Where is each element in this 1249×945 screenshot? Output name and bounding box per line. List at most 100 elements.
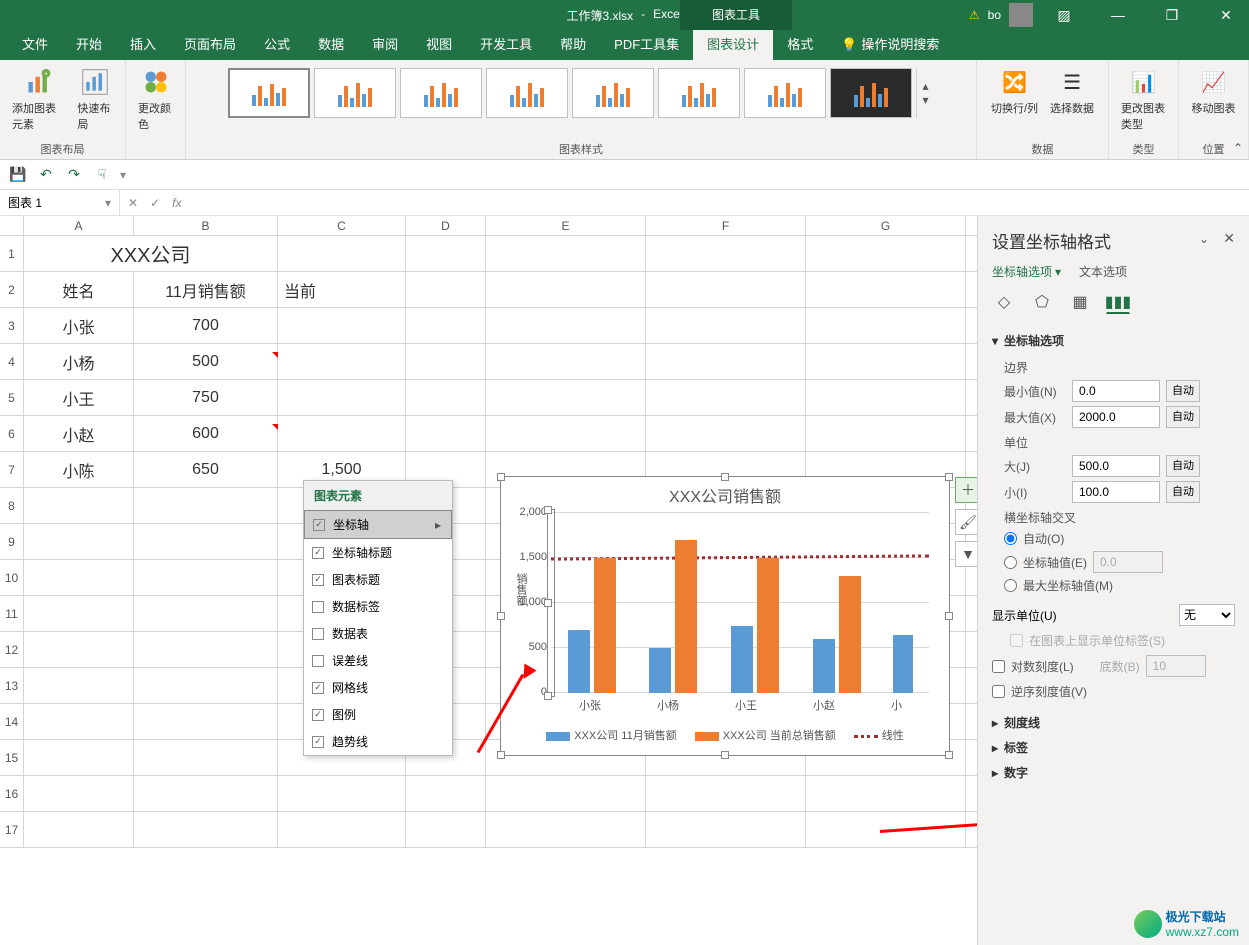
row-5[interactable]: 5 — [0, 380, 24, 416]
numbers-section[interactable]: ▸数字 — [992, 760, 1235, 785]
display-units-select[interactable]: 无 — [1179, 604, 1235, 626]
chart-style-3[interactable] — [400, 68, 482, 118]
min-auto-button[interactable]: 自动 — [1166, 380, 1200, 402]
cell[interactable]: 650 — [134, 452, 278, 487]
cell[interactable] — [406, 344, 486, 379]
pane-close-button[interactable]: ✕ — [1223, 230, 1235, 247]
cancel-icon[interactable]: ✕ — [128, 196, 138, 210]
cell[interactable] — [806, 308, 966, 343]
chart-styles-more[interactable]: ▴▾ — [916, 68, 934, 118]
tab-help[interactable]: 帮助 — [546, 30, 600, 60]
tab-formula[interactable]: 公式 — [250, 30, 304, 60]
row-7[interactable]: 7 — [0, 452, 24, 488]
menu-item-网格线[interactable]: ✓网格线 — [304, 674, 452, 701]
undo-button[interactable]: ↶ — [36, 165, 56, 185]
cell[interactable]: 小赵 — [24, 416, 134, 451]
cell[interactable] — [486, 416, 646, 451]
cell[interactable] — [806, 380, 966, 415]
cell[interactable] — [278, 344, 406, 379]
tab-view[interactable]: 视图 — [412, 30, 466, 60]
chart-style-2[interactable] — [314, 68, 396, 118]
cell[interactable] — [646, 308, 806, 343]
tab-chart-design[interactable]: 图表设计 — [693, 30, 773, 60]
fx-icon[interactable]: fx — [172, 196, 181, 210]
cell-h2[interactable]: 11月销售额 — [134, 272, 278, 307]
tab-insert[interactable]: 插入 — [116, 30, 170, 60]
cell[interactable] — [406, 416, 486, 451]
cell[interactable]: 小王 — [24, 380, 134, 415]
minor-auto-button[interactable]: 自动 — [1166, 481, 1200, 503]
major-unit-input[interactable] — [1072, 455, 1160, 477]
col-A[interactable]: A — [24, 216, 134, 235]
axis-options-icon[interactable]: ▮▮▮ — [1106, 290, 1130, 314]
size-props-icon[interactable]: ▦ — [1068, 290, 1092, 314]
cell[interactable] — [806, 416, 966, 451]
collapse-ribbon-icon[interactable]: ⌃ — [1233, 141, 1243, 155]
menu-item-数据标签[interactable]: 数据标签 — [304, 593, 452, 620]
row-6[interactable]: 6 — [0, 416, 24, 452]
chart-style-5[interactable] — [572, 68, 654, 118]
bar-group[interactable] — [567, 558, 617, 693]
text-options-tab[interactable]: 文本选项 — [1079, 263, 1127, 280]
cross-max-radio[interactable]: 最大坐标轴值(M) — [1004, 577, 1235, 594]
cell[interactable]: 600 — [134, 416, 278, 451]
minor-unit-input[interactable] — [1072, 481, 1160, 503]
major-auto-button[interactable]: 自动 — [1166, 455, 1200, 477]
change-chart-type-button[interactable]: 📊更改图表类型 — [1117, 64, 1170, 134]
cell[interactable] — [486, 380, 646, 415]
max-auto-button[interactable]: 自动 — [1166, 406, 1200, 428]
labels-section[interactable]: ▸标签 — [992, 735, 1235, 760]
chart-legend[interactable]: XXX公司 11月销售额 XXX公司 当前总销售额 线性 — [501, 727, 949, 743]
redo-button[interactable]: ↷ — [64, 165, 84, 185]
log-scale-checkbox[interactable]: 对数刻度(L)底数(B) — [992, 655, 1235, 677]
bar-group[interactable] — [648, 540, 698, 693]
cell-h3[interactable]: 当前 — [278, 272, 406, 307]
col-D[interactable]: D — [406, 216, 486, 235]
cell[interactable] — [406, 380, 486, 415]
cell[interactable] — [806, 344, 966, 379]
chart-style-8[interactable] — [830, 68, 912, 118]
row-10[interactable]: 10 — [0, 560, 24, 596]
confirm-icon[interactable]: ✓ — [150, 196, 160, 210]
row-11[interactable]: 11 — [0, 596, 24, 632]
tab-review[interactable]: 审阅 — [358, 30, 412, 60]
tab-layout[interactable]: 页面布局 — [170, 30, 250, 60]
switch-row-col-button[interactable]: 🔀切换行/列 — [987, 64, 1042, 118]
window-close[interactable]: ✕ — [1203, 0, 1249, 30]
ribbon-display-options[interactable]: ▨ — [1041, 0, 1087, 30]
cell[interactable]: 750 — [134, 380, 278, 415]
chart-style-4[interactable] — [486, 68, 568, 118]
cell[interactable] — [646, 416, 806, 451]
menu-item-坐标轴标题[interactable]: ✓坐标轴标题 — [304, 539, 452, 566]
row-17[interactable]: 17 — [0, 812, 24, 848]
chart-styles-button[interactable]: 🖌 — [955, 509, 977, 535]
fill-line-icon[interactable]: ◇ — [992, 290, 1016, 314]
row-4[interactable]: 4 — [0, 344, 24, 380]
row-2[interactable]: 2 — [0, 272, 24, 308]
menu-item-数据表[interactable]: 数据表 — [304, 620, 452, 647]
chart-elements-button[interactable]: ＋ — [955, 477, 977, 503]
col-F[interactable]: F — [646, 216, 806, 235]
tick-marks-section[interactable]: ▸刻度线 — [992, 710, 1235, 735]
row-16[interactable]: 16 — [0, 776, 24, 812]
row-15[interactable]: 15 — [0, 740, 24, 776]
bar-group[interactable] — [812, 576, 862, 693]
chart-style-7[interactable] — [744, 68, 826, 118]
axis-options-section[interactable]: ▾坐标轴选项 — [992, 328, 1235, 353]
cell[interactable] — [486, 308, 646, 343]
menu-item-图表标题[interactable]: ✓图表标题 — [304, 566, 452, 593]
cell[interactable] — [646, 380, 806, 415]
avatar[interactable] — [1009, 3, 1033, 27]
menu-item-误差线[interactable]: 误差线 — [304, 647, 452, 674]
cell-h1[interactable]: 姓名 — [24, 272, 134, 307]
tab-tellme[interactable]: 💡操作说明搜索 — [827, 30, 953, 60]
sheet-area[interactable]: A B C D E F G 1234567891011121314151617 … — [0, 216, 977, 945]
cross-auto-radio[interactable]: 自动(O) — [1004, 530, 1235, 547]
row-3[interactable]: 3 — [0, 308, 24, 344]
cell[interactable] — [278, 308, 406, 343]
cross-value-radio[interactable]: 坐标轴值(E) — [1004, 551, 1235, 573]
cell[interactable] — [278, 416, 406, 451]
col-G[interactable]: G — [806, 216, 966, 235]
save-button[interactable]: 💾 — [8, 165, 28, 185]
tab-dev[interactable]: 开发工具 — [466, 30, 546, 60]
